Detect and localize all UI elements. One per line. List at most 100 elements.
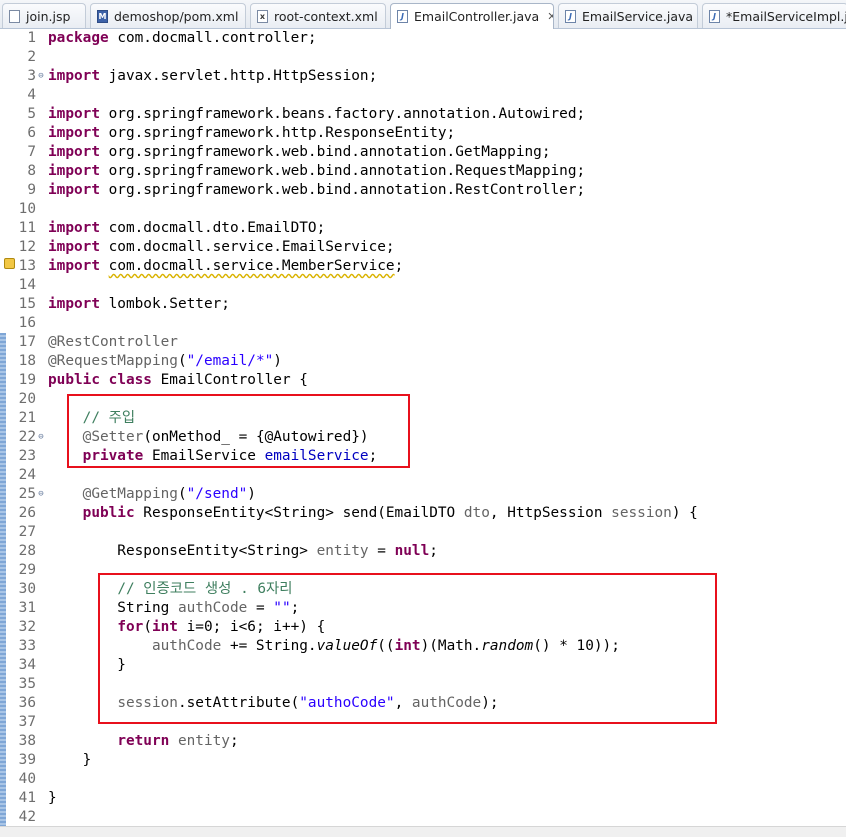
line-number: 2 (27, 49, 36, 65)
code-line[interactable]: 10 (0, 200, 846, 219)
code-text: @GetMapping("/send") (48, 485, 256, 504)
code-token: public (48, 372, 100, 388)
code-text: package com.docmall.controller; (48, 29, 317, 48)
code-token: import (48, 163, 100, 179)
line-number: 18 (18, 353, 36, 369)
code-token: public (82, 505, 135, 521)
code-text: ResponseEntity<String> entity = null; (48, 542, 438, 561)
code-token: = (368, 543, 395, 559)
line-number: 27 (18, 524, 36, 540)
fold-toggle-icon[interactable]: ⊖ (36, 67, 46, 86)
code-line[interactable]: 24 (0, 466, 846, 485)
code-token: ) (273, 353, 282, 369)
code-text: } (48, 789, 57, 808)
tab-label: EmailService.java (582, 8, 694, 24)
code-line[interactable]: 38 return entity; (0, 732, 846, 751)
code-token: ; (394, 258, 404, 274)
code-line[interactable]: 5 import org.springframework.beans.factor… (0, 105, 846, 124)
code-line[interactable]: 7 import org.springframework.web.bind.ann… (0, 143, 846, 162)
code-token: "/send" (186, 486, 248, 502)
line-number: 26 (18, 505, 36, 521)
tab-pom-xml[interactable]: M demoshop/pom.xml (90, 3, 246, 28)
code-line[interactable]: 9 import org.springframework.web.bind.ann… (0, 181, 846, 200)
code-token: EmailController { (151, 372, 308, 388)
code-token: entity (316, 543, 369, 559)
tab-email-service-impl[interactable]: J *EmailServiceImpl.java (702, 3, 846, 28)
java-file-icon: J (397, 10, 408, 23)
code-line[interactable]: 16 (0, 314, 846, 333)
code-token: org.springframework.beans.factory.annota… (99, 106, 586, 122)
code-token: com.docmall.service.EmailService; (99, 239, 395, 255)
code-text: import com.docmall.dto.EmailDTO; (48, 219, 325, 238)
code-line[interactable]: 8 import org.springframework.web.bind.ann… (0, 162, 846, 181)
fold-toggle-icon[interactable]: ⊖ (36, 428, 46, 447)
code-line[interactable]: 41} (0, 789, 846, 808)
code-line[interactable]: 11 import com.docmall.dto.EmailDTO; (0, 219, 846, 238)
tab-email-controller[interactable]: J EmailController.java ✕ (390, 3, 554, 29)
line-number: 32 (18, 619, 36, 635)
code-token: ; (229, 733, 239, 749)
code-token: org.springframework.web.bind.annotation.… (99, 182, 586, 198)
line-number: 30 (18, 581, 36, 597)
code-text: @RequestMapping("/email/*") (48, 352, 282, 371)
code-token: return (117, 733, 170, 749)
line-number: 37 (18, 714, 36, 730)
code-line[interactable]: 42 (0, 808, 846, 827)
code-line[interactable]: 19 public class EmailController { (0, 371, 846, 390)
code-line[interactable]: 39 } (0, 751, 846, 770)
line-number: 41 (18, 790, 36, 806)
code-token: import (48, 239, 100, 255)
code-line[interactable]: 25 ⊖ @GetMapping("/send") (0, 485, 846, 504)
tab-join-jsp[interactable]: join.jsp (2, 3, 86, 28)
code-line[interactable]: 40 (0, 770, 846, 789)
line-number: 21 (18, 410, 36, 426)
line-number: 3 (27, 68, 36, 84)
code-line[interactable]: 13 import com.docmall.service.MemberServi… (0, 257, 846, 276)
fold-toggle-icon[interactable]: ⊖ (36, 485, 46, 504)
tab-label: root-context.xml (274, 8, 378, 24)
tab-root-context-xml[interactable]: x root-context.xml (250, 3, 386, 28)
code-text: import org.springframework.web.bind.anno… (48, 143, 551, 162)
line-number: 7 (27, 144, 36, 160)
code-line[interactable]: 26 public ResponseEntity<String> send(Em… (0, 504, 846, 523)
code-line[interactable]: 12 import com.docmall.service.EmailServic… (0, 238, 846, 257)
code-token: entity (177, 733, 230, 749)
line-number: 5 (27, 106, 36, 122)
code-line[interactable]: 15 import lombok.Setter; (0, 295, 846, 314)
horizontal-scrollbar[interactable] (0, 826, 846, 837)
code-text: import org.springframework.beans.factory… (48, 105, 585, 124)
tab-label: demoshop/pom.xml (114, 8, 239, 24)
tab-label: EmailController.java (414, 9, 540, 24)
close-icon[interactable]: ✕ (547, 10, 553, 23)
code-token: "/email/*" (186, 353, 274, 369)
code-line[interactable]: 17 @RestController (0, 333, 846, 352)
code-token: ResponseEntity<String> (48, 543, 317, 559)
code-line[interactable]: 3 ⊖ import javax.servlet.http.HttpSession; (0, 67, 846, 86)
code-token: import (48, 220, 100, 236)
code-text: } (48, 751, 92, 770)
code-token: import (48, 296, 100, 312)
code-token: } (48, 752, 92, 768)
code-text: public class EmailController { (48, 371, 308, 390)
code-text: import com.docmall.service.EmailService; (48, 238, 395, 257)
code-line[interactable]: 14 (0, 276, 846, 295)
code-line[interactable]: 4 (0, 86, 846, 105)
code-token: ResponseEntity<String> send(EmailDTO (134, 505, 464, 521)
tab-email-service[interactable]: J EmailService.java (558, 3, 698, 28)
line-number: 14 (18, 277, 36, 293)
code-token: @RestController (48, 334, 178, 350)
code-line[interactable]: 28 ResponseEntity<String> entity = null; (0, 542, 846, 561)
line-number: 33 (18, 638, 36, 654)
code-line[interactable]: 2 (0, 48, 846, 67)
highlight-box-authcode (98, 573, 717, 724)
code-line[interactable]: 6 import org.springframework.http.Respons… (0, 124, 846, 143)
code-line[interactable]: 1 package com.docmall.controller; (0, 29, 846, 48)
code-line[interactable]: 18 @RequestMapping("/email/*") (0, 352, 846, 371)
tab-label: join.jsp (26, 8, 71, 24)
line-number: 19 (18, 372, 36, 388)
line-number: 12 (18, 239, 36, 255)
code-line[interactable]: 27 (0, 523, 846, 542)
